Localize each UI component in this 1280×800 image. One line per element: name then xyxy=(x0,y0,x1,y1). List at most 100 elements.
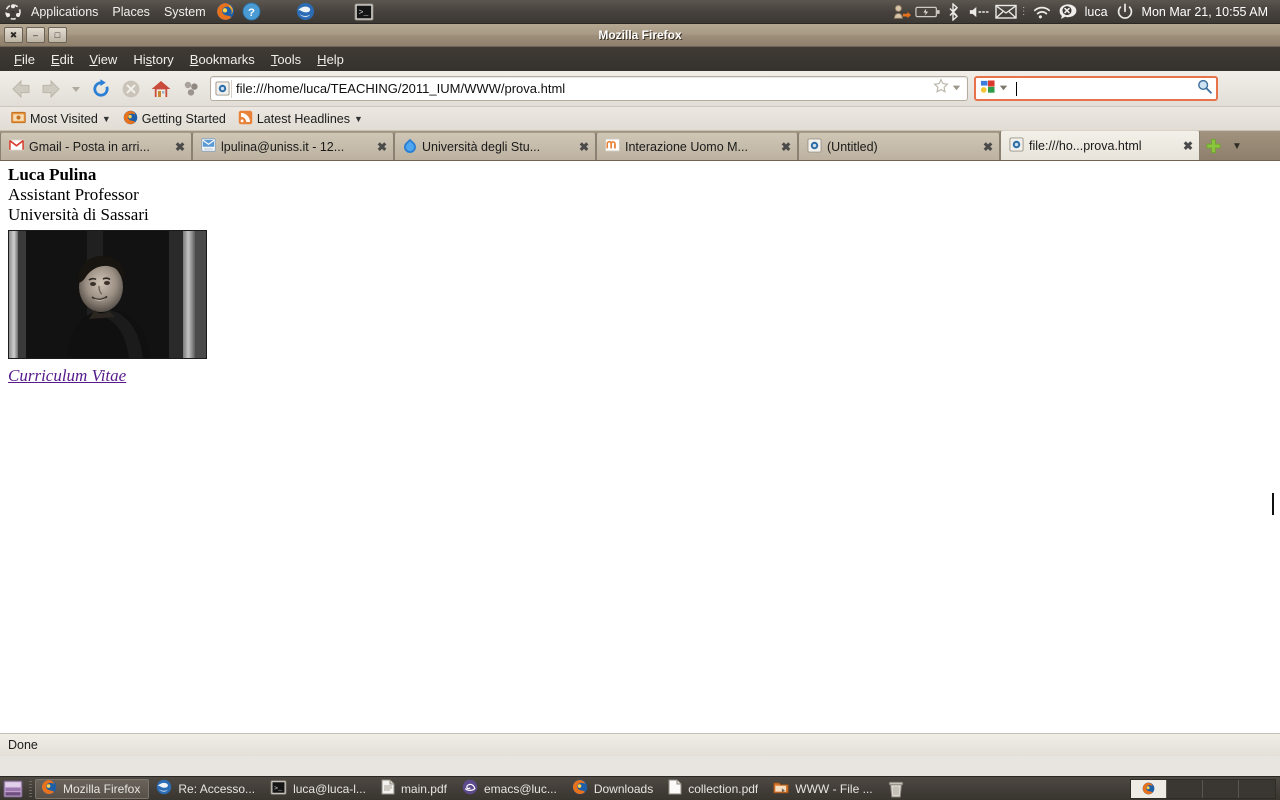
top-panel-tray: ⋮ luca Mon Mar 21, 10:55 AM xyxy=(889,0,1280,24)
task-label: Mozilla Firefox xyxy=(63,781,141,796)
tab-close-icon[interactable]: ✖ xyxy=(573,140,589,154)
moodle-icon xyxy=(605,138,620,155)
menu-edit[interactable]: Edit xyxy=(43,50,81,69)
firefox-icon xyxy=(123,110,138,128)
task-collection-pdf[interactable]: collection.pdf xyxy=(663,779,766,799)
task-downloads[interactable]: Downloads xyxy=(567,779,661,799)
user-switch-icon[interactable] xyxy=(889,0,915,24)
menu-tools[interactable]: Tools xyxy=(263,50,309,69)
help-launcher-icon[interactable]: ? xyxy=(239,0,265,24)
panel-menu-places[interactable]: Places xyxy=(105,1,157,23)
tab-label: Gmail - Posta in arri... xyxy=(29,139,150,154)
menu-file[interactable]: File xyxy=(6,50,43,69)
task-www-file-manager[interactable]: WWW - File ... xyxy=(768,779,880,799)
tab-label: (Untitled) xyxy=(827,139,878,154)
thunderbird-launcher-icon[interactable] xyxy=(293,0,319,24)
page-role: Assistant Professor xyxy=(8,184,139,204)
search-engine-selector[interactable] xyxy=(979,78,1012,99)
volume-icon[interactable] xyxy=(967,0,993,24)
panel-clock[interactable]: Mon Mar 21, 10:55 AM xyxy=(1138,5,1274,19)
chevron-down-icon[interactable] xyxy=(66,74,86,104)
window-minimize-button[interactable]: – xyxy=(26,27,45,43)
indicator-separator: ⋮ xyxy=(1018,6,1029,17)
battery-icon[interactable] xyxy=(914,0,941,24)
mail-icon[interactable] xyxy=(993,0,1019,24)
page-icon xyxy=(807,137,822,156)
bookmark-getting-started[interactable]: Getting Started xyxy=(118,109,231,129)
menu-view[interactable]: View xyxy=(81,50,125,69)
ubuntu-logo-icon xyxy=(4,3,22,21)
tab-close-icon[interactable]: ✖ xyxy=(775,140,791,154)
reload-icon[interactable] xyxy=(86,74,116,104)
menu-bookmarks[interactable]: Bookmarks xyxy=(182,50,263,69)
task-emacs[interactable]: emacs@luc... xyxy=(457,779,565,799)
tab-prova-html[interactable]: file:///ho...prova.html ✖ xyxy=(1000,130,1200,160)
forward-arrow-icon[interactable] xyxy=(36,74,66,104)
tab-close-icon[interactable]: ✖ xyxy=(169,140,185,154)
chat-status-icon[interactable] xyxy=(1055,0,1081,24)
tab-webmail[interactable]: lpulina@uniss.it - 12... ✖ xyxy=(192,132,394,160)
window-maximize-button[interactable]: □ xyxy=(48,27,67,43)
svg-text:>_: >_ xyxy=(358,8,368,17)
show-desktop-icon[interactable] xyxy=(2,778,24,800)
stop-icon[interactable] xyxy=(116,74,146,104)
svg-text:?: ? xyxy=(248,7,255,19)
chevron-down-icon[interactable] xyxy=(998,80,1009,98)
power-icon[interactable] xyxy=(1112,0,1138,24)
task-re-accesso[interactable]: Re: Accesso... xyxy=(151,779,263,799)
bottom-panel: Mozilla Firefox Re: Accesso... >_ luca@l… xyxy=(0,776,1280,800)
chevron-down-icon[interactable]: ▼ xyxy=(354,114,363,124)
bookmark-label: Latest Headlines xyxy=(256,111,350,126)
bluetooth-icon[interactable] xyxy=(941,0,967,24)
tab-universita[interactable]: Università degli Stu... ✖ xyxy=(394,132,596,160)
back-arrow-icon[interactable] xyxy=(6,74,36,104)
panel-username[interactable]: luca xyxy=(1081,5,1112,19)
panel-menu-system[interactable]: System xyxy=(157,1,213,23)
url-text[interactable]: file:///home/luca/TEACHING/2011_IUM/WWW/… xyxy=(236,81,933,96)
search-input[interactable] xyxy=(1012,81,1196,96)
workspace-2[interactable] xyxy=(1167,779,1203,798)
task-mozilla-firefox[interactable]: Mozilla Firefox xyxy=(35,778,150,799)
panel-menu-applications[interactable]: Applications xyxy=(24,1,105,23)
workspace-switcher[interactable] xyxy=(1130,778,1276,799)
trash-icon[interactable] xyxy=(883,778,909,800)
window-close-button[interactable]: ✖ xyxy=(4,27,23,43)
tab-interazione-uomo-macchina[interactable]: Interazione Uomo M... ✖ xyxy=(596,132,798,160)
magnifier-icon[interactable] xyxy=(1196,78,1213,100)
tab-untitled[interactable]: (Untitled) ✖ xyxy=(798,132,1000,160)
chevron-down-icon[interactable] xyxy=(951,80,962,98)
tab-label: lpulina@uniss.it - 12... xyxy=(221,139,345,154)
tab-close-icon[interactable]: ✖ xyxy=(371,140,387,154)
tab-close-icon[interactable]: ✖ xyxy=(1177,139,1193,153)
search-bar[interactable] xyxy=(974,76,1218,101)
workspace-1[interactable] xyxy=(1131,779,1167,798)
list-all-tabs-icon[interactable]: ▼ xyxy=(1226,132,1248,160)
task-main-pdf[interactable]: main.pdf xyxy=(376,779,455,799)
tab-gmail[interactable]: Gmail - Posta in arri... ✖ xyxy=(0,132,192,160)
share-node-icon[interactable] xyxy=(176,74,206,104)
url-bar[interactable]: file:///home/luca/TEACHING/2011_IUM/WWW/… xyxy=(210,76,968,101)
curriculum-vitae-link[interactable]: Curriculum Vitae xyxy=(8,366,126,386)
workspace-4[interactable] xyxy=(1239,780,1275,798)
task-label: collection.pdf xyxy=(688,781,759,796)
bookmark-most-visited[interactable]: Most Visited ▼ xyxy=(6,109,116,129)
menu-history[interactable]: History xyxy=(125,50,181,69)
star-icon[interactable] xyxy=(933,78,949,99)
task-terminal[interactable]: >_ luca@luca-l... xyxy=(265,779,374,799)
menu-help[interactable]: Help xyxy=(309,50,352,69)
firefox-launcher-icon[interactable] xyxy=(213,0,239,24)
window-controls: ✖ – □ xyxy=(0,27,67,43)
new-tab-button[interactable] xyxy=(1200,132,1226,160)
url-bar-actions xyxy=(933,78,964,99)
bookmark-latest-headlines[interactable]: Latest Headlines ▼ xyxy=(233,109,368,129)
home-icon[interactable] xyxy=(146,74,176,104)
chevron-down-icon[interactable]: ▼ xyxy=(102,114,111,124)
network-wifi-icon[interactable] xyxy=(1029,0,1055,24)
emacs-icon xyxy=(462,779,478,798)
tab-close-icon[interactable]: ✖ xyxy=(977,140,993,154)
terminal-launcher-icon[interactable]: >_ xyxy=(351,0,377,24)
svg-text:>_: >_ xyxy=(274,784,283,792)
tab-label: Interazione Uomo M... xyxy=(625,139,748,154)
workspace-3[interactable] xyxy=(1203,779,1239,798)
tab-label: file:///ho...prova.html xyxy=(1029,138,1142,153)
